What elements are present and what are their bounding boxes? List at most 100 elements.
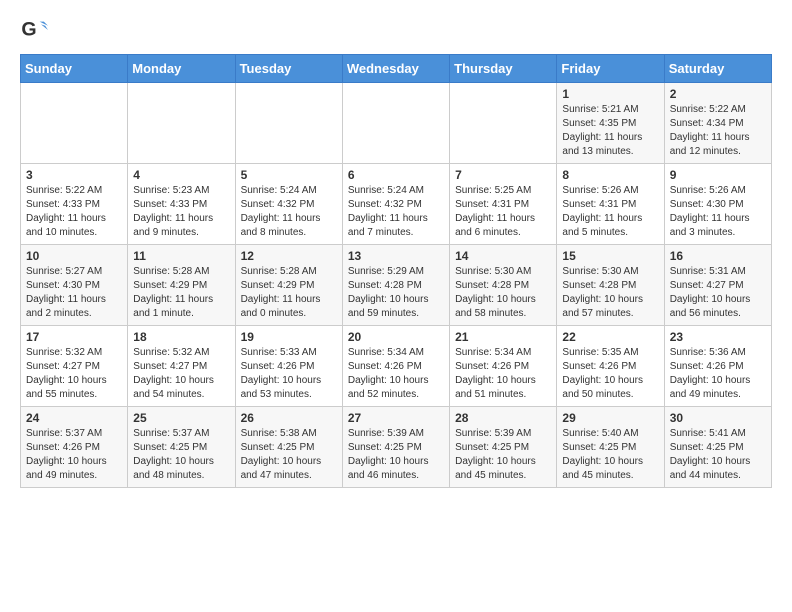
calendar-cell xyxy=(450,83,557,164)
day-number: 29 xyxy=(562,411,658,425)
logo-icon: G xyxy=(20,16,48,44)
day-number: 8 xyxy=(562,168,658,182)
day-number: 4 xyxy=(133,168,229,182)
calendar-cell: 5Sunrise: 5:24 AM Sunset: 4:32 PM Daylig… xyxy=(235,164,342,245)
day-number: 1 xyxy=(562,87,658,101)
weekday-header: Saturday xyxy=(664,55,771,83)
calendar-cell: 15 Sunrise: 5:30 AM Sunset: 4:28 PM Dayli… xyxy=(557,245,664,326)
calendar-cell: 2 Sunrise: 5:22 AM Sunset: 4:34 PM Daylig… xyxy=(664,83,771,164)
header-row: G xyxy=(20,16,772,44)
day-number: 30 xyxy=(670,411,766,425)
calendar-cell: 13 Sunrise: 5:29 AM Sunset: 4:28 PM Dayli… xyxy=(342,245,449,326)
day-info: Sunrise: 5:21 AM Sunset: 4:35 PM Dayligh… xyxy=(562,103,658,159)
weekday-header: Friday xyxy=(557,55,664,83)
day-number: 19 xyxy=(241,330,337,344)
day-info: Sunrise: 5:35 AM Sunset: 4:26 PM Dayligh… xyxy=(562,346,658,402)
day-number: 17 xyxy=(26,330,122,344)
calendar-cell: 28 Sunrise: 5:39 AM Sunset: 4:25 PM Dayli… xyxy=(450,407,557,488)
weekday-header: Wednesday xyxy=(342,55,449,83)
day-info: Sunrise: 5:34 AM Sunset: 4:26 PM Dayligh… xyxy=(455,346,551,402)
day-number: 18 xyxy=(133,330,229,344)
day-number: 6 xyxy=(348,168,444,182)
day-number: 28 xyxy=(455,411,551,425)
day-number: 9 xyxy=(670,168,766,182)
day-info: Sunrise: 5:36 AM Sunset: 4:26 PM Dayligh… xyxy=(670,346,766,402)
day-info: Sunrise: 5:37 AM Sunset: 4:25 PM Dayligh… xyxy=(133,427,229,483)
day-info: Sunrise: 5:22 AM Sunset: 4:34 PM Dayligh… xyxy=(670,103,766,159)
calendar-cell: 4 Sunrise: 5:23 AM Sunset: 4:33 PM Daylig… xyxy=(128,164,235,245)
day-info: Sunrise: 5:39 AM Sunset: 4:25 PM Dayligh… xyxy=(455,427,551,483)
day-number: 20 xyxy=(348,330,444,344)
calendar-cell xyxy=(235,83,342,164)
day-number: 12 xyxy=(241,249,337,263)
calendar-cell: 9 Sunrise: 5:26 AM Sunset: 4:30 PM Daylig… xyxy=(664,164,771,245)
day-number: 15 xyxy=(562,249,658,263)
day-info: Sunrise: 5:33 AM Sunset: 4:26 PM Dayligh… xyxy=(241,346,337,402)
calendar: SundayMondayTuesdayWednesdayThursdayFrid… xyxy=(20,54,772,488)
weekday-header: Sunday xyxy=(21,55,128,83)
day-info: Sunrise: 5:38 AM Sunset: 4:25 PM Dayligh… xyxy=(241,427,337,483)
calendar-cell: 6Sunrise: 5:24 AM Sunset: 4:32 PM Daylig… xyxy=(342,164,449,245)
page-container: G SundayMondayTuesdayWednesdayThursdayFr… xyxy=(0,0,792,504)
calendar-week-row: 10Sunrise: 5:27 AM Sunset: 4:30 PM Dayli… xyxy=(21,245,772,326)
calendar-cell: 23 Sunrise: 5:36 AM Sunset: 4:26 PM Dayli… xyxy=(664,326,771,407)
day-number: 13 xyxy=(348,249,444,263)
day-number: 23 xyxy=(670,330,766,344)
day-number: 16 xyxy=(670,249,766,263)
day-number: 3 xyxy=(26,168,122,182)
day-info: Sunrise: 5:24 AM Sunset: 4:32 PM Dayligh… xyxy=(241,184,337,240)
day-info: Sunrise: 5:37 AM Sunset: 4:26 PM Dayligh… xyxy=(26,427,122,483)
calendar-cell xyxy=(128,83,235,164)
svg-text:G: G xyxy=(21,19,36,41)
day-number: 25 xyxy=(133,411,229,425)
day-number: 2 xyxy=(670,87,766,101)
weekday-header-row: SundayMondayTuesdayWednesdayThursdayFrid… xyxy=(21,55,772,83)
day-info: Sunrise: 5:39 AM Sunset: 4:25 PM Dayligh… xyxy=(348,427,444,483)
day-info: Sunrise: 5:40 AM Sunset: 4:25 PM Dayligh… xyxy=(562,427,658,483)
calendar-week-row: 3 Sunrise: 5:22 AM Sunset: 4:33 PM Daylig… xyxy=(21,164,772,245)
calendar-cell: 17 Sunrise: 5:32 AM Sunset: 4:27 PM Dayli… xyxy=(21,326,128,407)
day-info: Sunrise: 5:26 AM Sunset: 4:31 PM Dayligh… xyxy=(562,184,658,240)
day-info: Sunrise: 5:34 AM Sunset: 4:26 PM Dayligh… xyxy=(348,346,444,402)
day-info: Sunrise: 5:22 AM Sunset: 4:33 PM Dayligh… xyxy=(26,184,122,240)
day-info: Sunrise: 5:30 AM Sunset: 4:28 PM Dayligh… xyxy=(455,265,551,321)
calendar-cell: 1 Sunrise: 5:21 AM Sunset: 4:35 PM Daylig… xyxy=(557,83,664,164)
calendar-cell: 10Sunrise: 5:27 AM Sunset: 4:30 PM Dayli… xyxy=(21,245,128,326)
day-number: 27 xyxy=(348,411,444,425)
calendar-cell: 29 Sunrise: 5:40 AM Sunset: 4:25 PM Dayli… xyxy=(557,407,664,488)
calendar-week-row: 17 Sunrise: 5:32 AM Sunset: 4:27 PM Dayli… xyxy=(21,326,772,407)
day-number: 10 xyxy=(26,249,122,263)
day-info: Sunrise: 5:28 AM Sunset: 4:29 PM Dayligh… xyxy=(133,265,229,321)
day-info: Sunrise: 5:29 AM Sunset: 4:28 PM Dayligh… xyxy=(348,265,444,321)
day-number: 14 xyxy=(455,249,551,263)
calendar-cell: 3 Sunrise: 5:22 AM Sunset: 4:33 PM Daylig… xyxy=(21,164,128,245)
calendar-cell: 11 Sunrise: 5:28 AM Sunset: 4:29 PM Dayli… xyxy=(128,245,235,326)
calendar-cell: 25 Sunrise: 5:37 AM Sunset: 4:25 PM Dayli… xyxy=(128,407,235,488)
day-number: 24 xyxy=(26,411,122,425)
calendar-cell: 20 Sunrise: 5:34 AM Sunset: 4:26 PM Dayli… xyxy=(342,326,449,407)
day-info: Sunrise: 5:32 AM Sunset: 4:27 PM Dayligh… xyxy=(133,346,229,402)
day-number: 22 xyxy=(562,330,658,344)
calendar-cell xyxy=(342,83,449,164)
logo: G xyxy=(20,16,52,44)
day-info: Sunrise: 5:30 AM Sunset: 4:28 PM Dayligh… xyxy=(562,265,658,321)
calendar-cell: 14 Sunrise: 5:30 AM Sunset: 4:28 PM Dayli… xyxy=(450,245,557,326)
calendar-cell: 24 Sunrise: 5:37 AM Sunset: 4:26 PM Dayli… xyxy=(21,407,128,488)
day-number: 11 xyxy=(133,249,229,263)
calendar-cell: 21 Sunrise: 5:34 AM Sunset: 4:26 PM Dayli… xyxy=(450,326,557,407)
calendar-cell: 19 Sunrise: 5:33 AM Sunset: 4:26 PM Dayli… xyxy=(235,326,342,407)
calendar-cell: 18 Sunrise: 5:32 AM Sunset: 4:27 PM Dayli… xyxy=(128,326,235,407)
calendar-cell: 7Sunrise: 5:25 AM Sunset: 4:31 PM Daylig… xyxy=(450,164,557,245)
calendar-cell: 22 Sunrise: 5:35 AM Sunset: 4:26 PM Dayli… xyxy=(557,326,664,407)
calendar-cell xyxy=(21,83,128,164)
day-number: 21 xyxy=(455,330,551,344)
day-info: Sunrise: 5:23 AM Sunset: 4:33 PM Dayligh… xyxy=(133,184,229,240)
day-info: Sunrise: 5:25 AM Sunset: 4:31 PM Dayligh… xyxy=(455,184,551,240)
calendar-cell: 12Sunrise: 5:28 AM Sunset: 4:29 PM Dayli… xyxy=(235,245,342,326)
day-info: Sunrise: 5:32 AM Sunset: 4:27 PM Dayligh… xyxy=(26,346,122,402)
day-info: Sunrise: 5:26 AM Sunset: 4:30 PM Dayligh… xyxy=(670,184,766,240)
calendar-cell: 27 Sunrise: 5:39 AM Sunset: 4:25 PM Dayli… xyxy=(342,407,449,488)
day-info: Sunrise: 5:31 AM Sunset: 4:27 PM Dayligh… xyxy=(670,265,766,321)
weekday-header: Monday xyxy=(128,55,235,83)
calendar-cell: 30Sunrise: 5:41 AM Sunset: 4:25 PM Dayli… xyxy=(664,407,771,488)
